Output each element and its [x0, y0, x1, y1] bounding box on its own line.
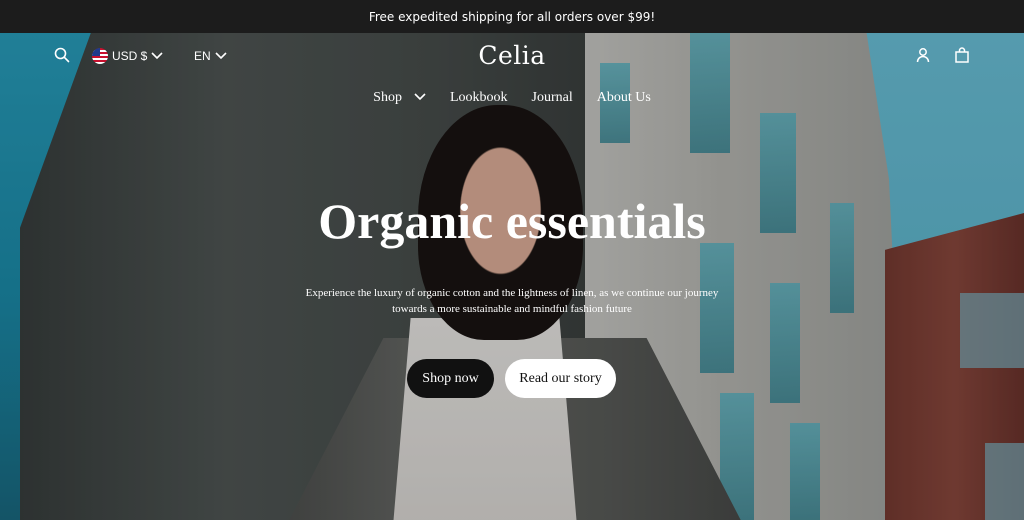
announcement-text: Free expedited shipping for all orders o… [368, 9, 656, 24]
nav-item-label: About Us [596, 90, 651, 105]
nav-item-label: Shop [373, 90, 402, 105]
hero-subtext-line-1: Experience the luxury of organic cotton … [305, 287, 719, 299]
hero-headline: Organic essentials [318, 193, 706, 249]
hero-section [0, 33, 1024, 520]
nav-item-label: Lookbook [449, 90, 508, 105]
nav-item-shop[interactable]: Shop [373, 90, 426, 106]
nav-item-lookbook[interactable]: Lookbook [450, 90, 508, 106]
read-our-story-button[interactable]: Read our story [505, 359, 616, 398]
announcement-bar: Free expedited shipping for all orders o… [0, 0, 1024, 33]
nav-item-journal[interactable]: Journal [532, 90, 573, 106]
chevron-down-icon [414, 90, 426, 106]
hero-background-image [0, 33, 1024, 520]
shop-now-button[interactable]: Shop now [407, 359, 494, 398]
hero-subtext-line-2: towards a more sustainable and mindful f… [392, 303, 632, 315]
cart-icon[interactable] [951, 44, 973, 66]
nav-item-label: Journal [531, 90, 573, 105]
main-nav: Shop Lookbook Journal About Us [0, 90, 1024, 106]
account-icon[interactable] [912, 44, 934, 66]
hero-subtext: Experience the luxury of organic cotton … [262, 285, 762, 317]
site-logo[interactable]: Celia [0, 41, 1024, 70]
nav-item-about-us[interactable]: About Us [597, 90, 651, 106]
site-header: USD $ EN Celia [0, 33, 1024, 79]
